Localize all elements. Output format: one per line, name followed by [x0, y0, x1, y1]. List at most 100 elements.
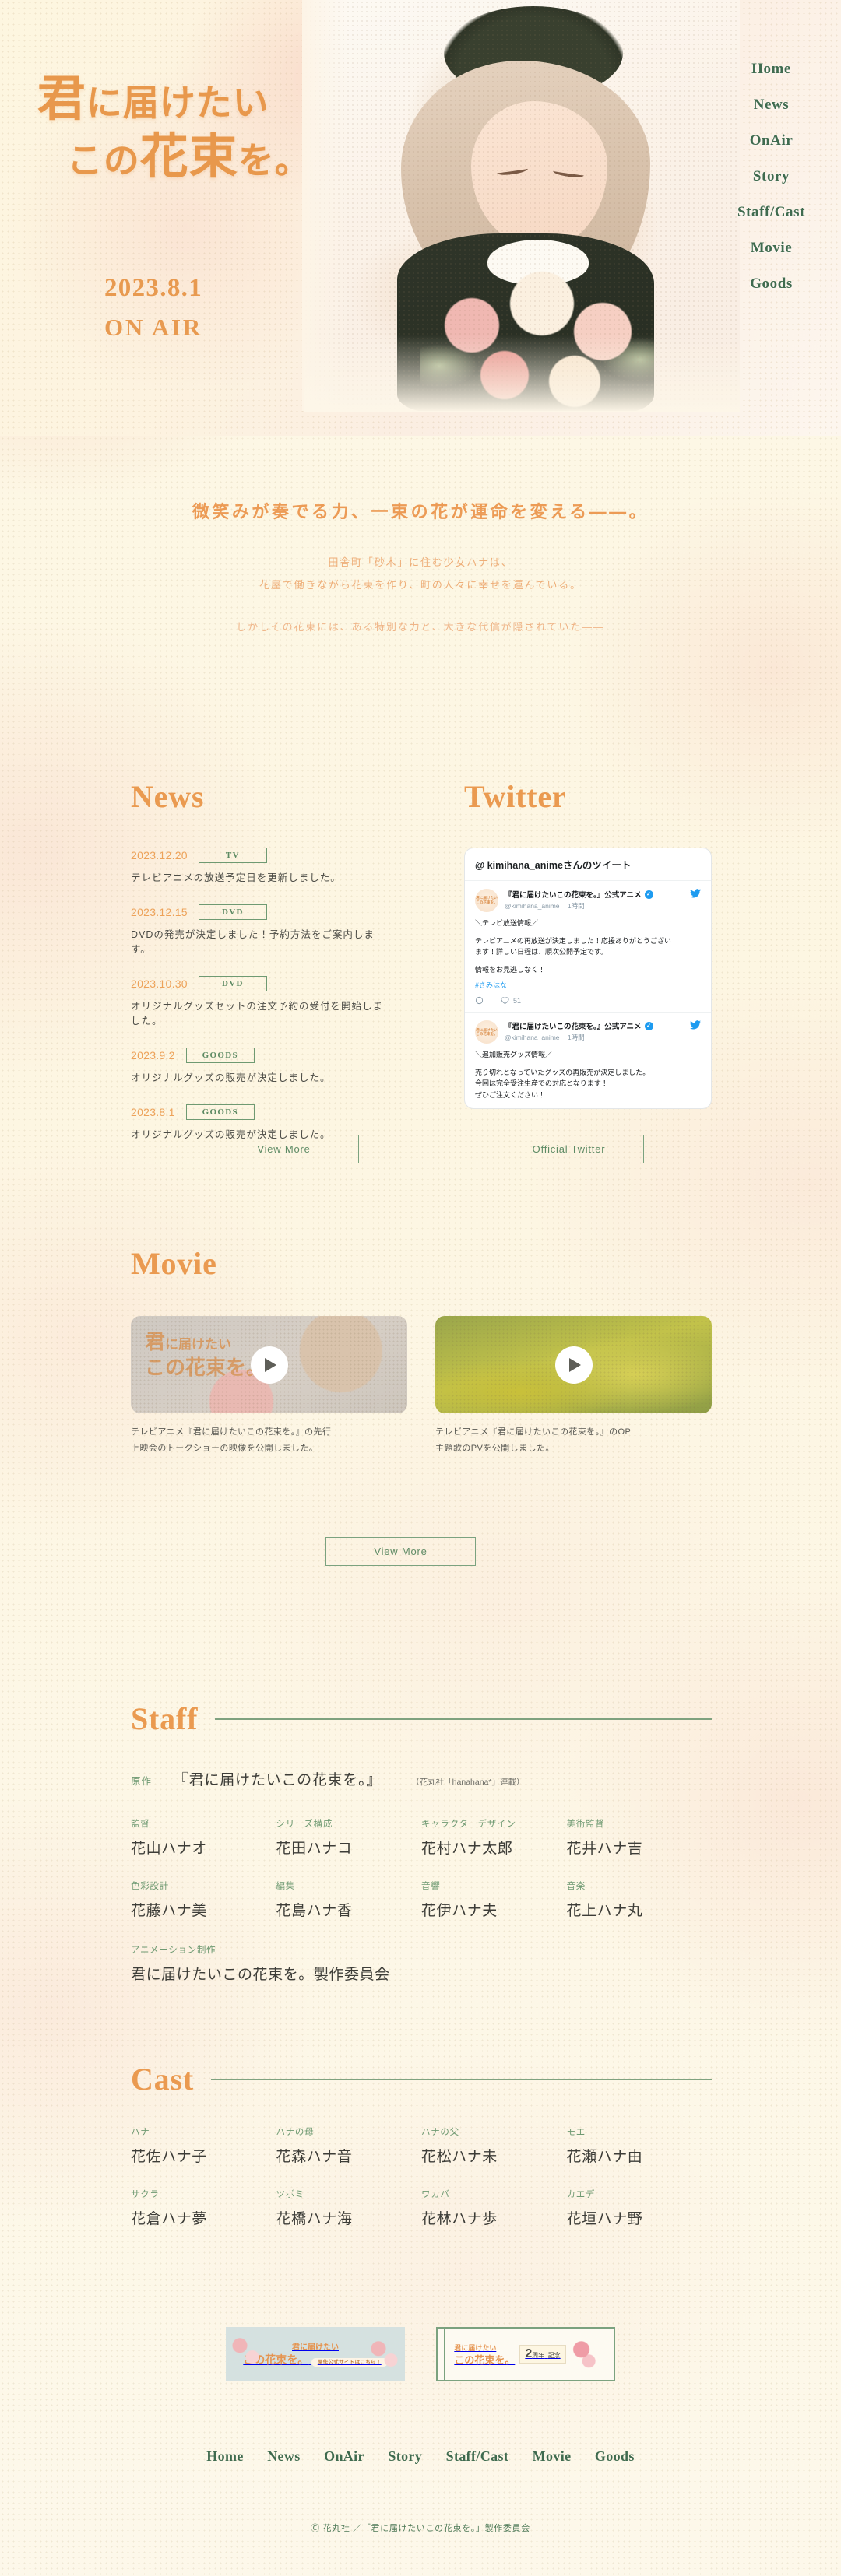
- play-button-icon[interactable]: [554, 1346, 593, 1384]
- flower-decoration-icon: [570, 2337, 597, 2371]
- news-tag: GOODS: [185, 1104, 255, 1120]
- staff-entry: 色彩設計 花藤ハナ美: [131, 1879, 276, 1920]
- nav-item-news[interactable]: News: [737, 97, 805, 114]
- tweet-item[interactable]: 君に届けたい この花束を。 『君に届けたいこの花束を。』公式アニメ ✓ @kim…: [465, 881, 711, 1013]
- news-date: 2023.9.2: [131, 1049, 175, 1062]
- twitter-widget[interactable]: @ kimihana_animeさんのツイート 君に届けたい この花束を。 『君…: [464, 848, 712, 1109]
- anniversary-badge: 2周年 記念: [519, 2345, 566, 2364]
- thumbnail-title-rest: に届けたい: [165, 1337, 232, 1352]
- nav-item-story[interactable]: Story: [737, 168, 805, 185]
- avatar: 君に届けたい この花束を。: [475, 1020, 498, 1044]
- cast-name: 花松ハナ未: [421, 2149, 498, 2165]
- hero-onair-block: 2023.8.1 ON AIR: [56, 274, 251, 342]
- movie-caption-line2: 上映会のトークショーの映像を公開しました。: [131, 1443, 318, 1453]
- footer-nav-item-staff-cast[interactable]: Staff/Cast: [446, 2448, 509, 2464]
- news-item[interactable]: 2023.9.2 GOODS オリジナルグッズの販売が決定しました。: [131, 1048, 388, 1084]
- nav-item-home[interactable]: Home: [737, 61, 805, 78]
- movie-caption: テレビアニメ『君に届けたいこの花束を。』の先行 上映会のトークショーの映像を公開…: [131, 1424, 407, 1457]
- tweet-body-line2: テレビアニメの再放送が決定しました！応援ありがとうござい: [475, 936, 671, 945]
- tweet-author: 『君に届けたいこの花束を。』公式アニメ ✓ @kimihana_anime 1時…: [505, 1020, 684, 1042]
- cast-name: 花垣ハナ野: [566, 2211, 643, 2227]
- production-role: アニメーション制作: [131, 1946, 216, 1955]
- twitter-section: Twitter @ kimihana_animeさんのツイート 君に届けたい こ…: [464, 778, 712, 1109]
- staff-entry: 美術監督 花井ハナ吉: [567, 1817, 713, 1858]
- tweet-body-line1: ＼追加販売グッズ情報／: [475, 1051, 553, 1059]
- movie-section: Movie 君に届けたい この花束を。 テレビアニメ『君に届けたいこの花束を。』…: [131, 1245, 712, 1457]
- staff-name: 花伊ハナ夫: [421, 1903, 498, 1919]
- tweet-item[interactable]: 君に届けたい この花束を。 『君に届けたいこの花束を。』公式アニメ ✓ @kim…: [465, 1013, 711, 1107]
- nav-item-movie[interactable]: Movie: [737, 240, 805, 257]
- intro-section: 微笑みが奏でる力、一束の花が運命を変える——。 田舎町「砂木」に住む少女ハナは、…: [0, 498, 841, 633]
- news-item[interactable]: 2023.12.20 TV テレビアニメの放送予定日を更新しました。: [131, 848, 388, 884]
- staff-name: 花山ハナオ: [131, 1841, 207, 1857]
- tweet-header: 君に届けたい この花束を。 『君に届けたいこの花束を。』公式アニメ ✓ @kim…: [475, 889, 701, 912]
- main-navigation[interactable]: Home News OnAir Story Staff/Cast Movie G…: [737, 61, 805, 311]
- original-work-note: （花丸社「hanahana*」連載）: [411, 1778, 525, 1787]
- movie-thumbnail[interactable]: 君に届けたい この花束を。: [131, 1316, 407, 1413]
- banner-title-line1: 君に届けたい: [454, 2344, 497, 2353]
- reply-icon[interactable]: [475, 996, 484, 1005]
- cast-entry: サクラ 花倉ハナ夢: [131, 2188, 276, 2228]
- like-action[interactable]: 51: [501, 996, 521, 1005]
- twitter-bird-icon[interactable]: [690, 1020, 701, 1031]
- news-item[interactable]: 2023.10.30 DVD オリジナルグッズセットの注文予約の受付を開始しまし…: [131, 976, 388, 1027]
- hero-fade-bottom: [304, 335, 740, 412]
- staff-name: 花上ハナ丸: [566, 1903, 643, 1919]
- heading-divider: [215, 1718, 712, 1720]
- movie-card[interactable]: 君に届けたい この花束を。 テレビアニメ『君に届けたいこの花束を。』の先行 上映…: [131, 1316, 407, 1457]
- news-item[interactable]: 2023.12.15 DVD DVDの発売が決定しました！予約方法をご案内します…: [131, 904, 388, 956]
- tweet-hashtag[interactable]: #きみはな: [475, 980, 701, 990]
- staff-entry: 監督 花山ハナオ: [131, 1817, 276, 1858]
- character-face: [471, 101, 607, 249]
- nav-item-onair[interactable]: OnAir: [737, 132, 805, 149]
- footer-nav-item-onair[interactable]: OnAir: [324, 2448, 364, 2464]
- footer-nav-item-movie[interactable]: Movie: [533, 2448, 572, 2464]
- footer-navigation[interactable]: Home News OnAir Story Staff/Cast Movie G…: [0, 2448, 841, 2465]
- cast-entry: ハナの父 花松ハナ未: [421, 2125, 567, 2166]
- character-collar: [487, 240, 589, 285]
- cast-name: 花倉ハナ夢: [131, 2211, 207, 2227]
- staff-entry: キャラクターデザイン 花村ハナ太郎: [421, 1817, 567, 1858]
- banner-anniversary[interactable]: 君に届けたい この花束を。 2周年 記念: [436, 2327, 615, 2381]
- staff-role: 編集: [276, 1882, 295, 1891]
- cast-section: Cast ハナ 花佐ハナ子 ハナの母 花森ハナ音 ハナの父 花松ハナ未 モエ 花瀬ハナ由…: [131, 2061, 712, 2228]
- tweet-author-name: 『君に届けたいこの花束を。』公式アニメ: [505, 1023, 642, 1032]
- twitter-bird-icon[interactable]: [690, 889, 701, 900]
- thumbnail-title: 君に届けたい この花束を。: [145, 1330, 266, 1381]
- nav-item-staff-cast[interactable]: Staff/Cast: [737, 204, 805, 221]
- cast-entry: ハナの母 花森ハナ音: [276, 2125, 422, 2166]
- footer-nav-item-news[interactable]: News: [267, 2448, 300, 2464]
- movie-view-more-button[interactable]: View More: [325, 1537, 476, 1566]
- news-tag: DVD: [198, 904, 267, 920]
- page-root: 君に届けたい この花束を。 2023.8.1 ON AIR Home News …: [0, 0, 841, 2576]
- nav-item-goods[interactable]: Goods: [737, 275, 805, 293]
- news-text: テレビアニメの放送予定日を更新しました。: [131, 872, 341, 883]
- tweet-actions: 51: [475, 996, 701, 1005]
- like-count: 51: [513, 996, 522, 1005]
- thumbnail-title-line2: この花束を。: [145, 1356, 267, 1379]
- movie-card[interactable]: テレビアニメ『君に届けたいこの花束を。』のOP 主題歌のPVを公開しました。: [435, 1316, 712, 1457]
- news-text: オリジナルグッズセットの注文予約の受付を開始しました。: [131, 1001, 384, 1027]
- heading-divider: [210, 2078, 712, 2080]
- play-button-icon[interactable]: [250, 1346, 288, 1384]
- tweet-body-line2: 売り切れとなっていたグッズの再販売が決定しました。: [475, 1068, 650, 1076]
- staff-role: 音楽: [566, 1882, 586, 1891]
- original-work-row: 原作 『君に届けたいこの花束を。』 （花丸社「hanahana*」連載）: [131, 1768, 712, 1789]
- news-view-more-button[interactable]: View More: [209, 1135, 359, 1163]
- production-name: 君に届けたいこの花束を。製作委員会: [131, 1967, 390, 1983]
- movie-thumbnail[interactable]: [435, 1316, 712, 1413]
- twitter-heading: Twitter: [464, 779, 567, 814]
- footer-nav-item-home[interactable]: Home: [206, 2448, 243, 2464]
- cast-role: ハナ: [131, 2128, 150, 2137]
- footer-nav-item-goods[interactable]: Goods: [595, 2448, 635, 2464]
- staff-heading-row: Staff: [131, 1700, 712, 1737]
- tweet-handle-row: @kimihana_anime 1時間: [505, 1033, 684, 1042]
- character-hair: [401, 61, 650, 318]
- official-twitter-button[interactable]: Official Twitter: [494, 1135, 644, 1163]
- tweet-body: ＼テレビ放送情報／ テレビアニメの再放送が決定しました！応援ありがとうござい ま…: [475, 918, 701, 975]
- anniversary-word: 記念: [547, 2352, 561, 2359]
- footer-nav-item-story[interactable]: Story: [388, 2448, 422, 2464]
- staff-heading: Staff: [131, 1701, 199, 1736]
- banner-original-site[interactable]: 君に届けたい この花束を。 原作公式サイトはこちら！: [226, 2327, 405, 2381]
- staff-name: 花井ハナ吉: [566, 1841, 643, 1857]
